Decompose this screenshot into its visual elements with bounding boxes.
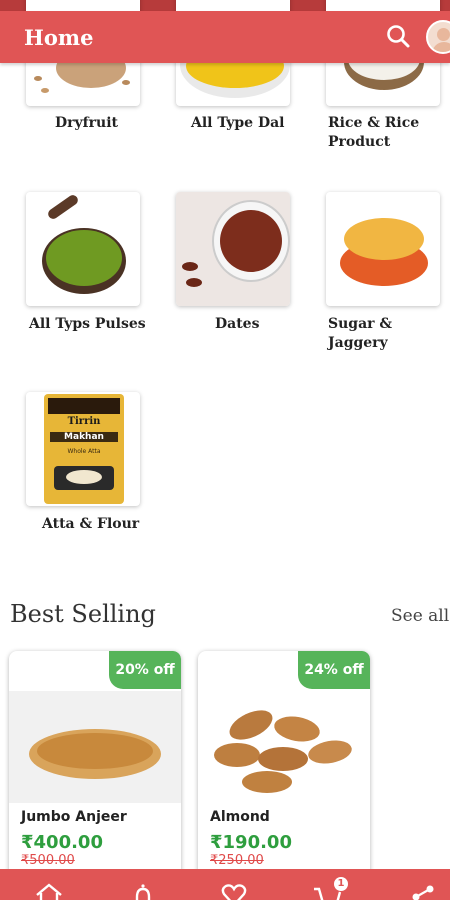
category-label: Atta & Flour [42,516,140,532]
user-avatar[interactable] [426,20,450,54]
category-label: Sugar & Jaggery [328,316,393,351]
category-card-atta[interactable]: Tirrin Makhan Whole Atta [26,392,140,506]
category-card-dates[interactable] [176,192,290,306]
product-name: Almond [210,809,270,825]
category-label: Dryfruit [55,115,119,131]
best-selling-title: Best Selling [10,600,156,628]
category-label: All Type Dal [191,115,285,131]
category-label: All Typs Pulses [29,316,146,332]
product-old-price: ₹250.00 [210,853,264,868]
discount-badge: 24% off [298,651,370,689]
package-product: Makhan [50,432,118,442]
category-label: Dates [215,316,260,332]
product-card-almond[interactable]: 24% off Almond ₹190.00 ₹250.00 [198,651,370,881]
cart-badge: 1 [334,877,348,891]
bottom-navigation: 1 [0,869,450,900]
search-icon[interactable] [385,23,413,51]
package-subtitle: Whole Atta [67,448,101,455]
cart-icon[interactable]: 1 [312,877,348,900]
notification-icon[interactable] [128,883,158,900]
share-icon[interactable] [408,883,438,900]
package-brand: Tirrin [67,416,101,427]
product-name: Jumbo Anjeer [21,809,127,825]
discount-badge: 20% off [109,651,181,689]
product-old-price: ₹500.00 [21,853,75,868]
product-card-anjeer[interactable]: 20% off Jumbo Anjeer ₹400.00 ₹500.00 [9,651,181,881]
category-label: Rice & Rice Product [328,115,420,150]
product-price: ₹400.00 [21,832,103,853]
category-card-sugar[interactable] [326,192,440,306]
see-all-link[interactable]: See all [391,606,449,626]
product-price: ₹190.00 [210,832,292,853]
home-icon[interactable] [34,883,64,900]
product-image [198,691,370,803]
product-image [9,691,181,803]
wishlist-icon[interactable] [219,883,249,900]
page-title: Home [24,24,94,50]
category-card-pulses[interactable] [26,192,140,306]
app-bar: Home [0,11,450,63]
